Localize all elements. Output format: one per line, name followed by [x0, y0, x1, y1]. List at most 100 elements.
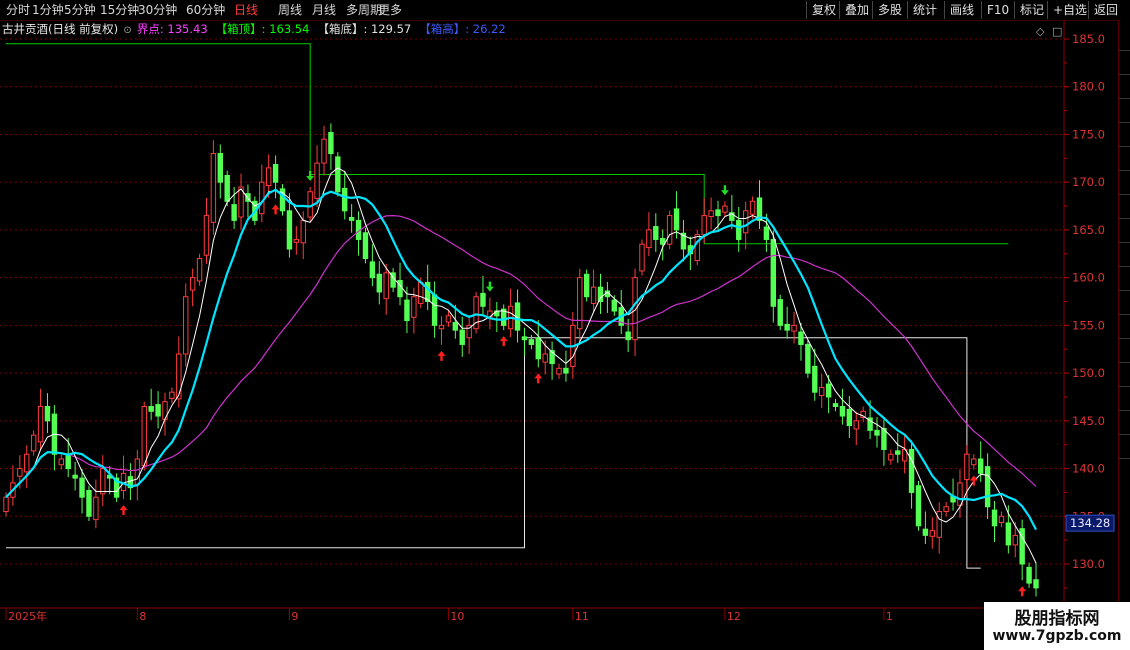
side-box[interactable]	[1119, 28, 1130, 51]
tab-3[interactable]: 15分钟	[100, 2, 139, 18]
tab-9[interactable]: 多周期	[346, 2, 382, 18]
x-tick-label: 1	[886, 610, 893, 623]
buy-arrow-icon	[437, 350, 446, 361]
side-box[interactable]	[1119, 364, 1130, 387]
side-box[interactable]	[1119, 52, 1130, 75]
y-tick-label: 150.0	[1072, 366, 1105, 380]
side-box[interactable]	[1119, 316, 1130, 339]
side-box[interactable]	[1119, 220, 1130, 243]
candle-body	[639, 243, 645, 272]
side-box[interactable]	[1119, 100, 1130, 123]
candle-body	[673, 208, 680, 231]
tab-0[interactable]: 分时	[6, 2, 30, 18]
candle-body	[307, 191, 313, 218]
candle-body	[798, 331, 804, 345]
toolbar-button-2[interactable]: 多股	[872, 1, 907, 19]
toolbar-button-7[interactable]: +自选	[1047, 1, 1092, 19]
side-box[interactable]	[1119, 148, 1130, 171]
side-panel	[1118, 20, 1130, 630]
candle-body	[763, 226, 770, 240]
candle-body	[991, 509, 998, 527]
toolbar-button-8[interactable]: 返回	[1088, 1, 1123, 19]
candle-body	[24, 453, 30, 473]
candle-body	[30, 434, 37, 452]
tab-10[interactable]: 更多	[378, 2, 402, 18]
candle-body	[812, 365, 818, 393]
candle-body	[998, 515, 1005, 523]
tab-2[interactable]: 5分钟	[64, 2, 96, 18]
candle-body	[93, 496, 99, 521]
candle-body	[1033, 579, 1039, 589]
diamond-icon: ◇	[1036, 25, 1045, 38]
candle-body	[832, 403, 839, 407]
x-tick-label: 2025年	[8, 609, 47, 623]
toolbar-button-0[interactable]: 复权	[806, 1, 841, 19]
candle-body	[563, 367, 569, 374]
candle-body	[100, 468, 106, 495]
tab-8[interactable]: 月线	[312, 2, 336, 18]
side-box[interactable]	[1119, 172, 1130, 195]
candle-body	[556, 367, 562, 375]
tab-7[interactable]: 周线	[278, 2, 302, 18]
candle-body	[438, 324, 445, 330]
toolbar-button-6[interactable]: 标记	[1014, 1, 1049, 19]
candle-body	[943, 506, 949, 512]
buy-arrow-icon	[534, 373, 543, 384]
tab-1[interactable]: 1分钟	[32, 2, 64, 18]
candle-body	[58, 458, 65, 466]
candle-body	[348, 217, 355, 221]
side-box[interactable]	[1119, 388, 1130, 411]
y-tick-label: 165.0	[1072, 223, 1105, 237]
candle-body	[134, 458, 141, 485]
side-box[interactable]	[1119, 244, 1130, 267]
candle-body	[335, 156, 341, 193]
side-box[interactable]	[1119, 124, 1130, 147]
y-tick-label: 140.0	[1072, 462, 1105, 476]
toolbar-button-5[interactable]: F10	[981, 1, 1014, 19]
candle-body	[362, 232, 369, 260]
side-box[interactable]	[1119, 340, 1130, 363]
toolbar-button-1[interactable]: 叠加	[839, 1, 874, 19]
candle-body	[17, 468, 23, 477]
watermark-title: 股朋指标网	[1014, 609, 1100, 629]
side-box[interactable]	[1119, 436, 1130, 459]
toolbar: 分时 1分钟 5分钟 15分钟 30分钟 60分钟 日线 周线 月线 多周期 更多 复权 叠加 多股 统计…	[0, 0, 1130, 21]
side-box[interactable]	[1119, 268, 1130, 291]
candle-body	[383, 272, 389, 300]
box-bottom-line	[6, 337, 981, 569]
candle-body	[328, 132, 334, 155]
buy-arrow-icon	[271, 204, 280, 215]
ma10-line	[5, 188, 1037, 531]
candle-body	[293, 238, 300, 243]
side-box[interactable]	[1119, 76, 1130, 99]
candlestick-chart[interactable]: 130.0135.0140.0145.0150.0155.0160.0165.0…	[0, 20, 1118, 630]
x-tick-label: 12	[727, 610, 741, 623]
side-box[interactable]	[1119, 196, 1130, 219]
sell-arrow-icon	[485, 281, 494, 292]
candle-body	[583, 273, 590, 298]
candle-body	[37, 406, 44, 443]
candle-body	[742, 210, 749, 234]
candle-body	[155, 404, 161, 417]
candle-body	[1005, 522, 1012, 546]
toolbar-button-4[interactable]: 画线	[944, 1, 979, 19]
tab-6[interactable]: 日线	[234, 2, 258, 18]
x-tick-label: 10	[450, 610, 464, 623]
candle-body	[521, 336, 528, 341]
candle-body	[404, 299, 410, 322]
candle-body	[929, 530, 936, 537]
side-box[interactable]	[1119, 412, 1130, 435]
tab-5[interactable]: 60分钟	[186, 2, 225, 18]
toolbar-button-3[interactable]: 统计	[907, 1, 942, 19]
watermark: 股朋指标网 www.7gpzb.com	[984, 602, 1130, 650]
candle-body	[189, 277, 196, 291]
candle-body	[265, 167, 272, 187]
y-tick-label: 160.0	[1072, 271, 1105, 285]
candle-body	[736, 219, 742, 240]
x-tick-label: 9	[291, 610, 298, 623]
tab-4[interactable]: 30分钟	[138, 2, 177, 18]
candle-body	[611, 299, 618, 312]
candle-body	[915, 485, 922, 527]
y-tick-label: 145.0	[1072, 414, 1105, 428]
side-box[interactable]	[1119, 292, 1130, 315]
